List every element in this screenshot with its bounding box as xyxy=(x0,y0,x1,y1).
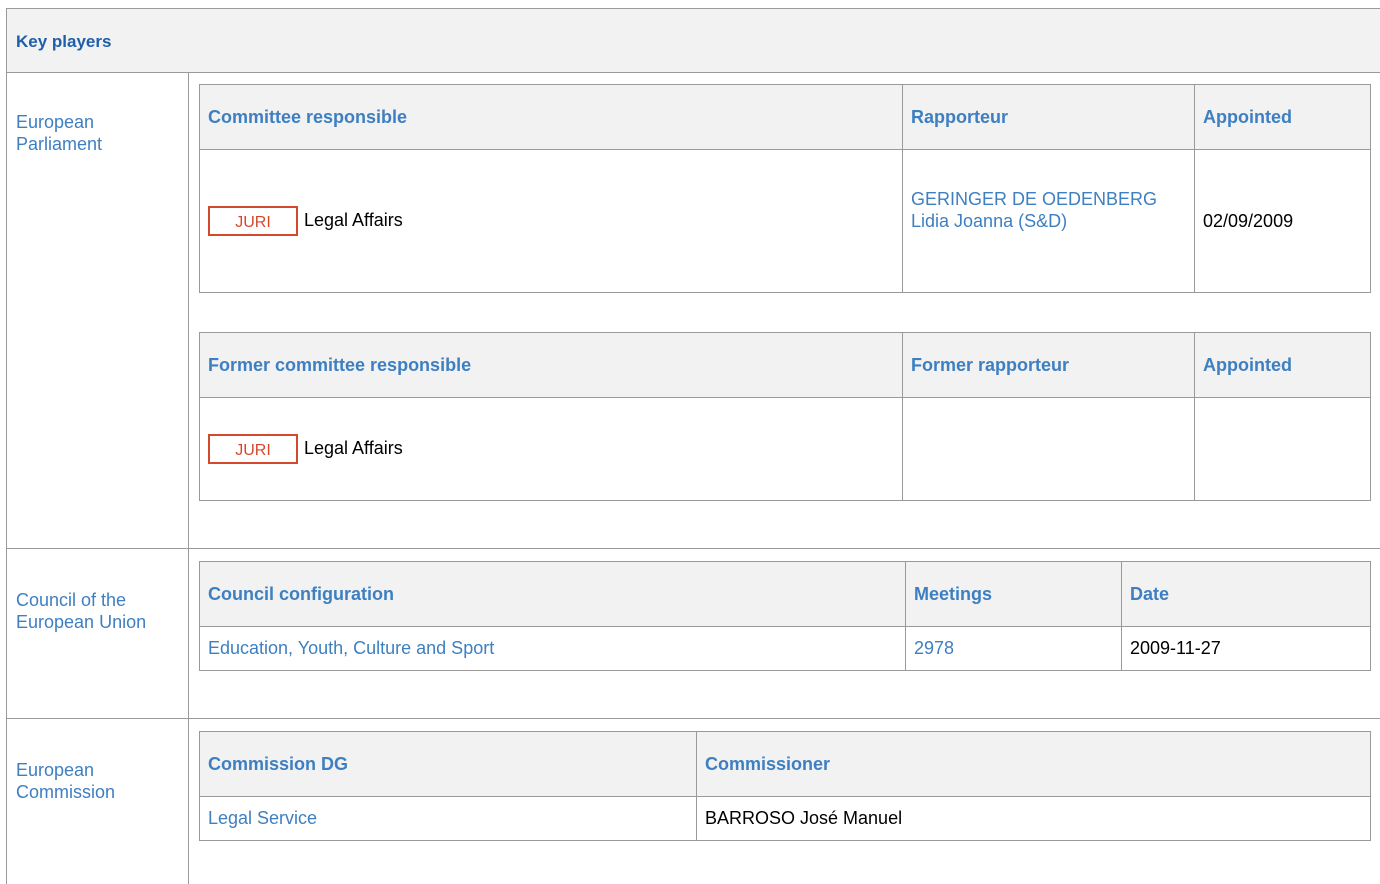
former-rapporteur-header: Former rapporteur xyxy=(902,332,1195,398)
meeting-link[interactable]: 2978 xyxy=(905,626,1122,671)
former-rapporteur-cell xyxy=(902,397,1195,501)
meetings-header: Meetings xyxy=(905,561,1122,627)
commissioner-header: Commissioner xyxy=(696,731,1371,797)
parliament-label[interactable]: European Parliament xyxy=(16,111,181,155)
commission-table: Commission DG Commissioner Legal Service… xyxy=(199,731,1371,841)
committee-table: Committee responsible Rapporteur Appoint… xyxy=(199,84,1371,293)
former-committee-table: Former committee responsible Former rapp… xyxy=(199,332,1371,501)
date-header: Date xyxy=(1121,561,1371,627)
key-players-header xyxy=(6,8,1380,73)
divider xyxy=(6,8,7,884)
former-committee-header: Former committee responsible xyxy=(199,332,903,398)
divider xyxy=(188,73,189,884)
council-configuration-header: Council configuration xyxy=(199,561,906,627)
council-table: Council configuration Meetings Date Educ… xyxy=(199,561,1371,671)
council-configuration-link[interactable]: Education, Youth, Culture and Sport xyxy=(199,626,906,671)
commission-dg-header: Commission DG xyxy=(199,731,697,797)
former-appointed-header: Appointed xyxy=(1194,332,1371,398)
rapporteur-header: Rapporteur xyxy=(902,84,1195,150)
commission-label[interactable]: European Commission xyxy=(16,759,181,803)
appointed-header: Appointed xyxy=(1194,84,1371,150)
section-title: Key players xyxy=(16,32,112,51)
divider xyxy=(6,548,1380,549)
meeting-date: 2009-11-27 xyxy=(1121,626,1371,671)
former-appointed-cell xyxy=(1194,397,1371,501)
divider xyxy=(6,718,1380,719)
former-committee-badge[interactable]: JURI xyxy=(208,434,298,464)
council-label[interactable]: Council of the European Union xyxy=(16,589,181,633)
divider xyxy=(6,72,1380,73)
rapporteur-link[interactable]: GERINGER DE OEDENBERG Lidia Joanna (S&D) xyxy=(902,149,1195,293)
committee-badge[interactable]: JURI xyxy=(208,206,298,236)
commissioner-name: BARROSO José Manuel xyxy=(696,796,1371,841)
commission-dg-link[interactable]: Legal Service xyxy=(199,796,697,841)
committee-cell: JURI Legal Affairs xyxy=(199,149,903,293)
committee-name: Legal Affairs xyxy=(304,209,403,230)
appointed-date: 02/09/2009 xyxy=(1194,149,1371,293)
committee-header: Committee responsible xyxy=(199,84,903,150)
former-committee-name: Legal Affairs xyxy=(304,437,403,458)
former-committee-cell: JURI Legal Affairs xyxy=(199,397,903,501)
